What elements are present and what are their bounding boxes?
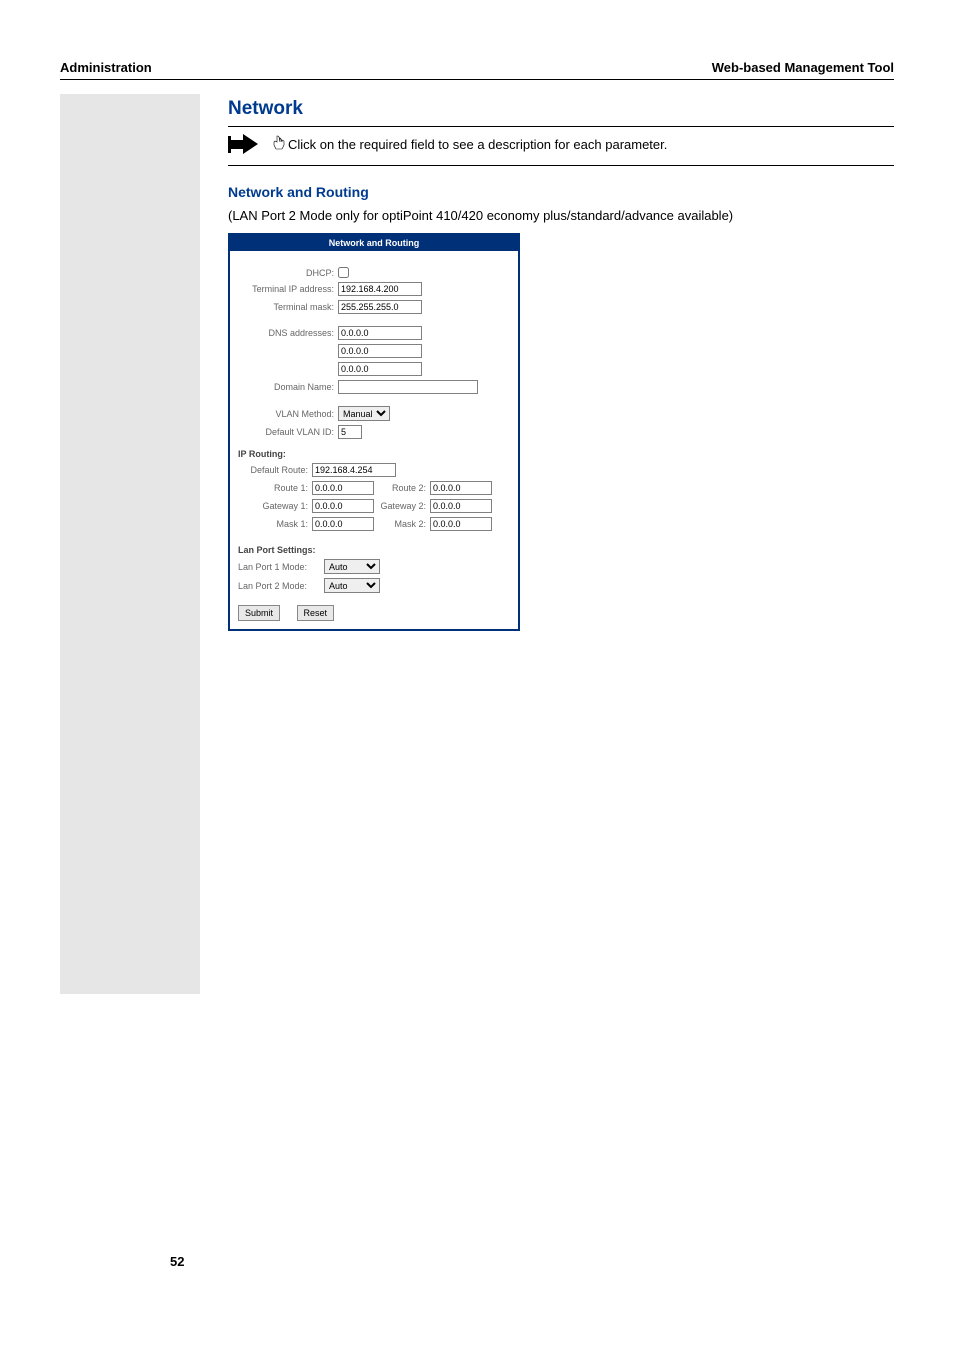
gateway2-label: Gateway 2: [374,501,430,511]
submit-button[interactable]: Submit [238,605,280,621]
lan2-label: Lan Port 2 Mode: [238,581,324,591]
vlan-id-label: Default VLAN ID: [238,427,338,437]
domain-input[interactable] [338,380,478,394]
section-title: Network [228,98,894,120]
mask2-input[interactable] [430,517,492,531]
route2-label: Route 2: [374,483,430,493]
mask1-input[interactable] [312,517,374,531]
form-title: Network and Routing [230,235,518,251]
note-box: Click on the required field to see a des… [228,126,894,166]
subsection-title: Network and Routing [228,184,894,200]
gateway2-input[interactable] [430,499,492,513]
vlan-method-select[interactable]: Manual [338,406,390,421]
mask2-label: Mask 2: [374,519,430,529]
dns2-input[interactable] [338,344,422,358]
terminal-mask-label: Terminal mask: [238,302,338,312]
reset-button[interactable]: Reset [297,605,335,621]
hand-cursor-icon [272,135,286,154]
gateway1-label: Gateway 1: [238,501,312,511]
page-header: Administration Web-based Management Tool [60,60,894,80]
default-route-label: Default Route: [238,465,312,475]
route2-input[interactable] [430,481,492,495]
terminal-ip-label: Terminal IP address: [238,284,338,294]
terminal-ip-input[interactable] [338,282,422,296]
route1-input[interactable] [312,481,374,495]
form-panel: Network and Routing DHCP: Terminal IP ad… [228,233,520,631]
left-margin-bar [60,94,200,994]
body-text: (LAN Port 2 Mode only for optiPoint 410/… [228,208,894,223]
header-left: Administration [60,60,152,75]
page-number: 52 [60,1254,894,1269]
route1-label: Route 1: [238,483,312,493]
dns1-input[interactable] [338,326,422,340]
terminal-mask-input[interactable] [338,300,422,314]
lan2-select[interactable]: Auto [324,578,380,593]
ip-routing-heading: IP Routing: [238,449,510,459]
lan-port-heading: Lan Port Settings: [238,545,510,555]
vlan-id-input[interactable] [338,425,362,439]
default-route-input[interactable] [312,463,396,477]
lan1-select[interactable]: Auto [324,559,380,574]
note-text: Click on the required field to see a des… [288,137,667,152]
dns3-input[interactable] [338,362,422,376]
domain-label: Domain Name: [238,382,338,392]
gateway1-input[interactable] [312,499,374,513]
mask1-label: Mask 1: [238,519,312,529]
dns-label: DNS addresses: [238,328,338,338]
header-right: Web-based Management Tool [712,60,894,75]
dhcp-checkbox[interactable] [338,267,349,278]
vlan-method-label: VLAN Method: [238,409,338,419]
lan1-label: Lan Port 1 Mode: [238,562,324,572]
arrow-icon [228,133,264,155]
dhcp-label: DHCP: [238,268,338,278]
